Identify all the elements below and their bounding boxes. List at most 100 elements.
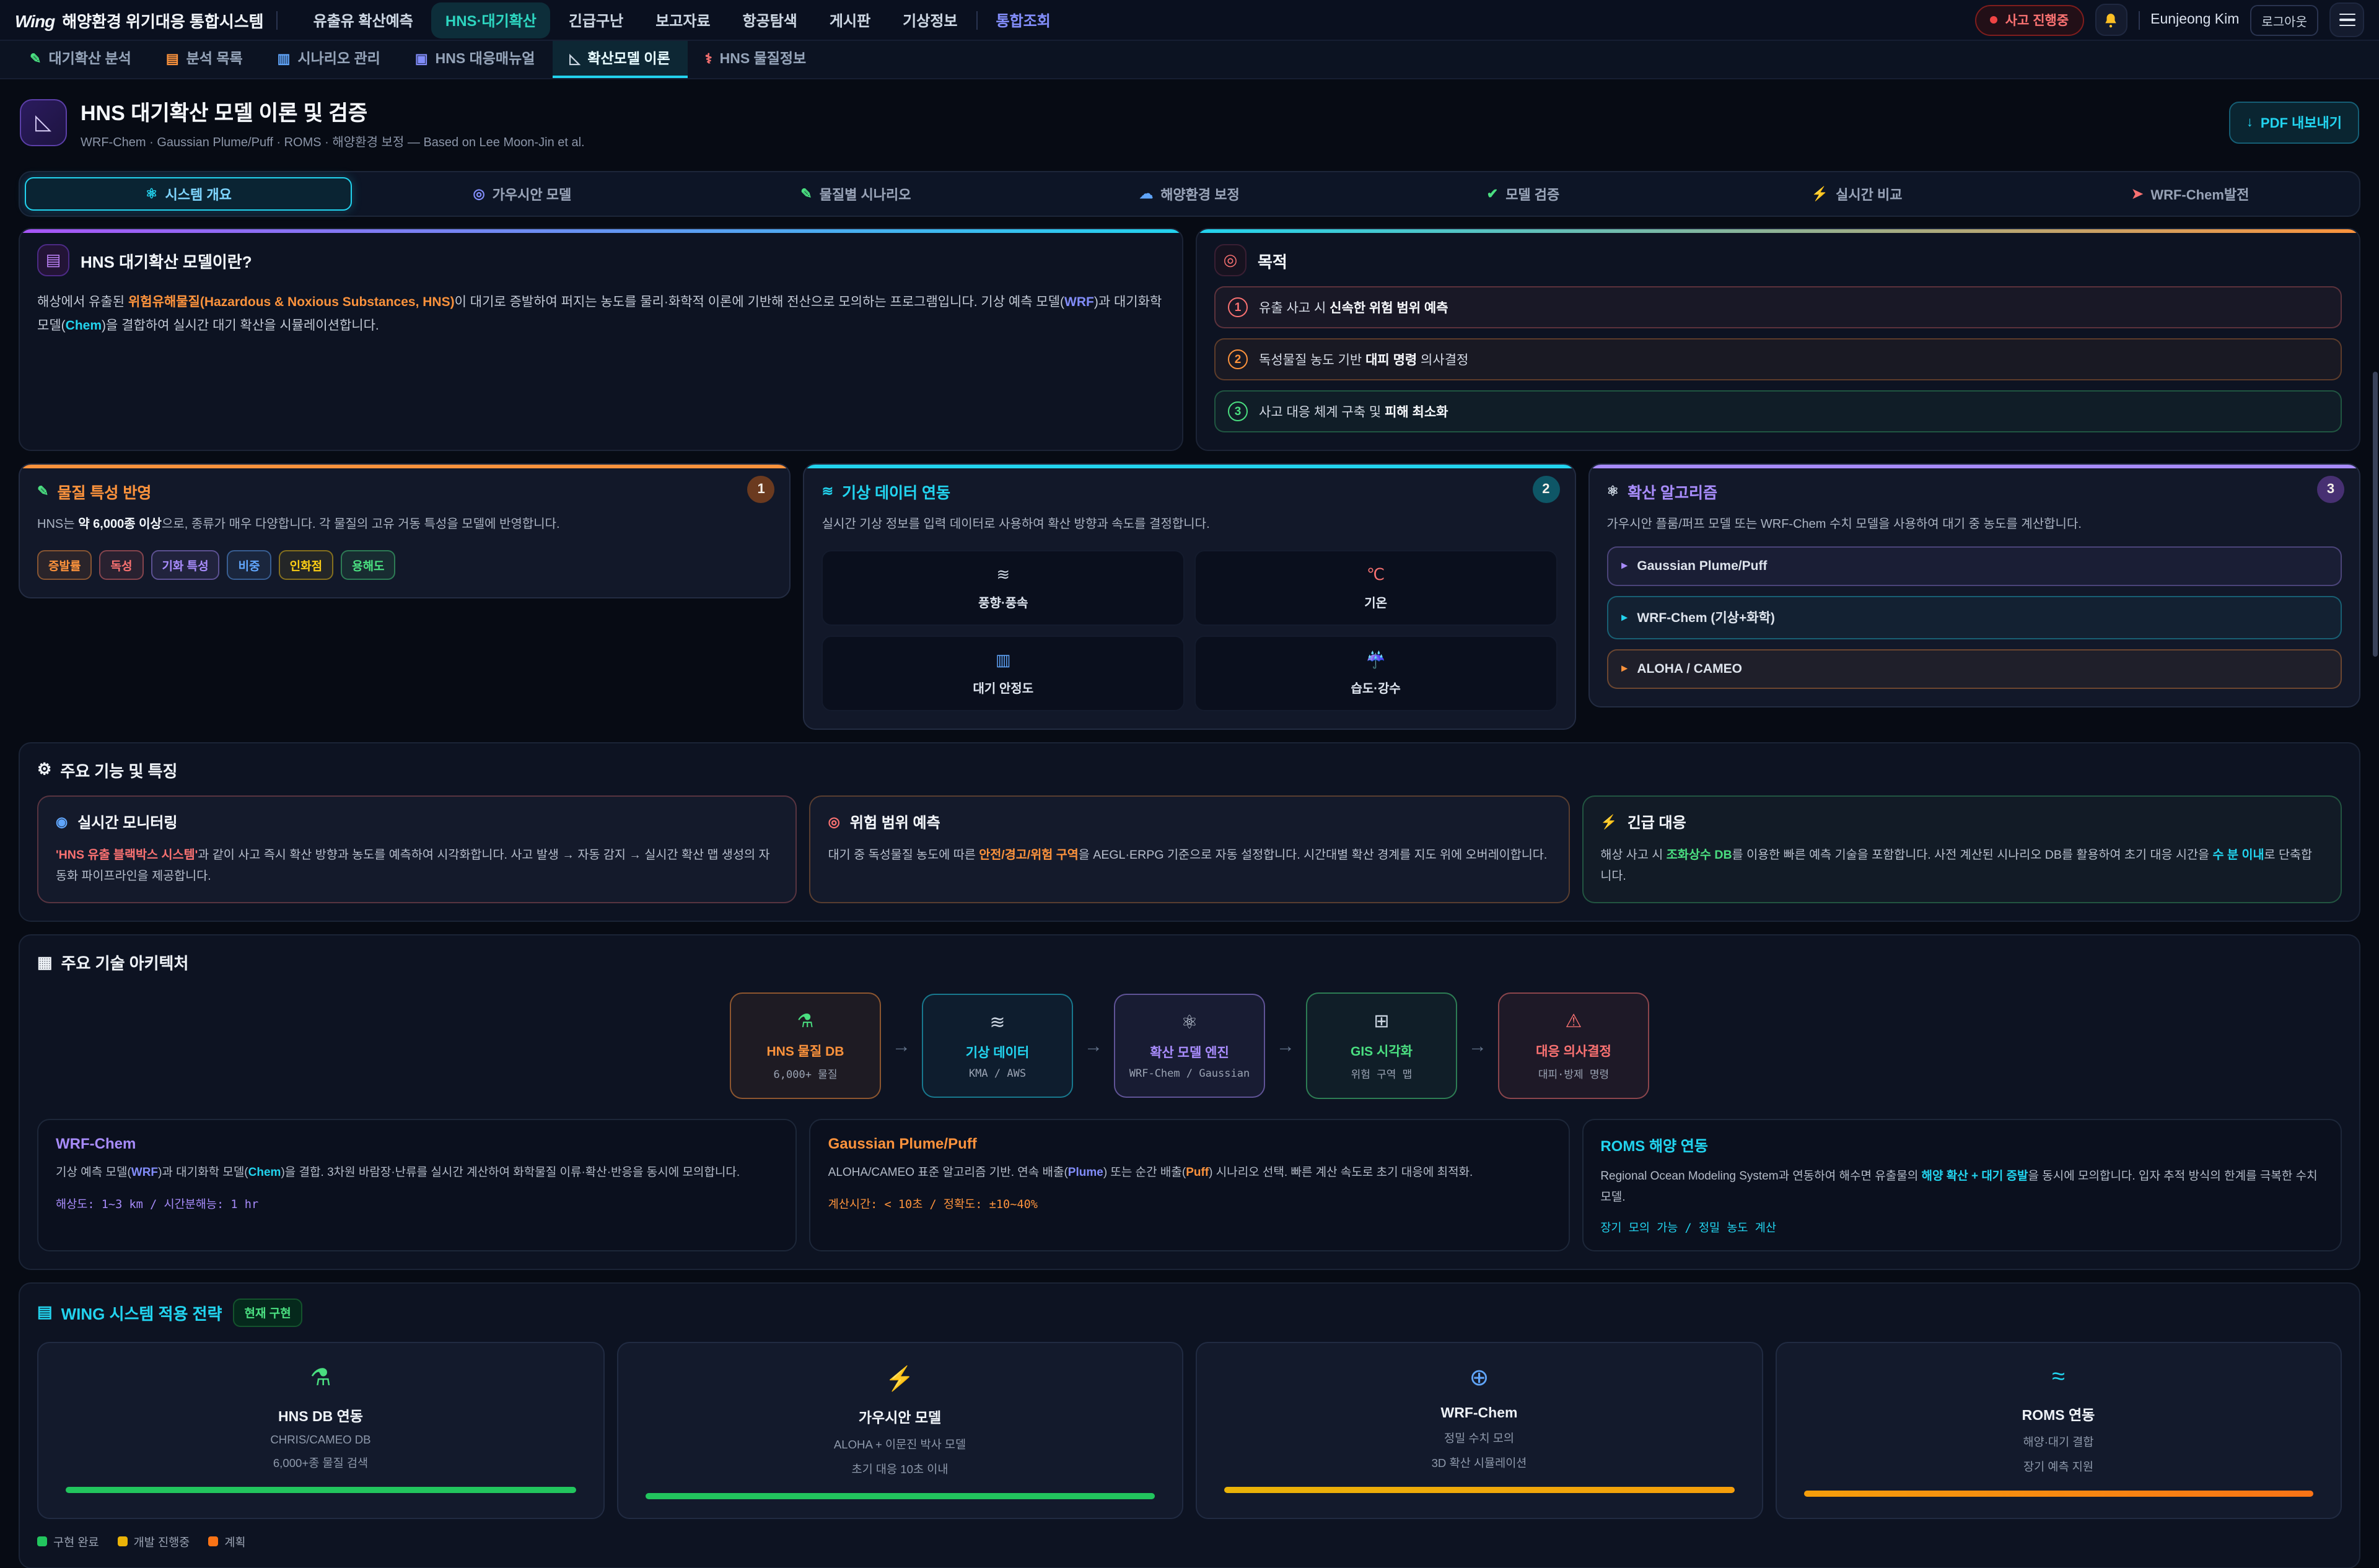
weather-box-temperature: ℃ 기온 <box>1194 550 1557 625</box>
tab-label: WRF-Chem발전 <box>2150 184 2249 204</box>
text-segment: 독성물질 농도 기반 <box>1259 353 1365 367</box>
text-segment: HNS는 <box>37 518 78 532</box>
tab-substance-scenarios[interactable]: ✎ 물질별 시나리오 <box>692 177 1020 211</box>
feature-title: 위험 범위 예측 <box>850 811 940 832</box>
text-segment: ALOHA/CAMEO 표준 알고리즘 기반. 연속 배출( <box>828 1167 1068 1180</box>
triangle-right-icon: ▸ <box>1621 662 1627 675</box>
microscope-icon: ⚛ <box>1125 1012 1254 1034</box>
nav-item-rescue[interactable]: 긴급구난 <box>555 2 637 38</box>
subtab-label: 시나리오 관리 <box>297 48 380 68</box>
strategy-card-line2: 초기 대응 10초 이내 <box>633 1459 1167 1476</box>
globe-icon: ⊕ <box>1212 1364 1746 1392</box>
architecture-flow: ⚗ HNS 물질 DB 6,000+ 물질 → ≋ 기상 데이터 KMA / A… <box>37 993 2342 1100</box>
strategy-card-title: WRF-Chem <box>1212 1406 1746 1421</box>
flow-subtitle: WRF-Chem / Gaussian <box>1125 1069 1254 1081</box>
flow-subtitle: 6,000+ 물질 <box>741 1067 870 1082</box>
subtab-model-theory[interactable]: ◺ 확산모델 이론 <box>552 41 687 78</box>
nav-item-oil-spill[interactable]: 유출유 확산예측 <box>300 2 427 38</box>
weather-box-humidity: ☔ 습도·강수 <box>1194 635 1557 711</box>
strategy-card-gaussian: ⚡ 가우시안 모델 ALOHA + 이문진 박사 모델 초기 대응 10초 이내 <box>616 1341 1183 1518</box>
page-icon-box: ◺ <box>20 99 67 146</box>
hamburger-menu-button[interactable] <box>2329 2 2364 37</box>
nav-item-hns-diffusion[interactable]: HNS·대기확산 <box>432 2 550 38</box>
strategy-card-roms: ≈ ROMS 연동 해양·대기 결합 장기 예측 지원 <box>1775 1341 2342 1518</box>
feature-title: 긴급 대응 <box>1628 811 1686 832</box>
weather-box-wind: ≋ 풍향·풍속 <box>822 550 1185 625</box>
text-segment: ) 또는 순간 배출( <box>1103 1167 1186 1180</box>
incident-status-badge[interactable]: 사고 진행중 <box>1976 4 2083 35</box>
tab-wrf-chem-evolution[interactable]: ➤ WRF-Chem발전 <box>2026 177 2354 211</box>
main-menu: 유출유 확산예측 HNS·대기확산 긴급구난 보고자료 항공탐색 게시판 기상정… <box>300 2 1963 38</box>
purpose-item-text: 사고 대응 체계 구축 및 피해 최소화 <box>1259 402 1448 421</box>
algo-label: WRF-Chem (기상+화학) <box>1637 608 1775 626</box>
tab-label: 모델 검증 <box>1505 184 1559 204</box>
subtab-analysis-list[interactable]: ▤ 분석 목록 <box>149 41 260 78</box>
strategy-grid: ⚗ HNS DB 연동 CHRIS/CAMEO DB 6,000+종 물질 검색… <box>37 1341 2342 1518</box>
bold-segment: 대피 명령 <box>1365 353 1417 367</box>
incident-status-label: 사고 진행중 <box>2005 11 2069 29</box>
features-section: ⚙ 주요 기능 및 특징 ◉ 실시간 모니터링 'HNS 유출 블랙박스 시스템… <box>19 742 2360 922</box>
nav-item-integrated-search[interactable]: 통합조회 <box>983 2 1064 38</box>
wind-icon: ≋ <box>933 1012 1062 1034</box>
tab-model-validation[interactable]: ✔ 모델 검증 <box>1359 177 1687 211</box>
pillars-row: 1 ✎ 물질 특성 반영 HNS는 약 6,000종 이상으로, 종류가 매우 … <box>19 463 2360 729</box>
tab-label: 시스템 개요 <box>165 184 232 204</box>
card-title-row: ✎ 물질 특성 반영 <box>37 480 773 503</box>
pdf-export-button[interactable]: ↓ PDF 내보내기 <box>2229 102 2359 144</box>
tag-density: 비중 <box>227 550 271 579</box>
pencil-icon: ✎ <box>800 186 812 202</box>
subtab-hns-manual[interactable]: ▣ HNS 대응매뉴얼 <box>398 41 553 78</box>
testtube-icon: ⚗ <box>53 1364 588 1392</box>
app-logo[interactable]: Wing 해양환경 위기대응 통합시스템 <box>15 8 264 32</box>
nav-item-board[interactable]: 게시판 <box>816 2 884 38</box>
tab-ocean-correction[interactable]: ☁ 해양환경 보정 <box>1026 177 1354 211</box>
card-description: 가우시안 플룸/퍼프 모델 또는 WRF-Chem 수치 모델을 사용하여 대기… <box>1606 514 2342 536</box>
tab-system-overview[interactable]: ⚛ 시스템 개요 <box>25 177 353 211</box>
blackbox-highlight: 'HNS 유출 블랙박스 시스템' <box>56 848 198 862</box>
scrollbar[interactable] <box>2373 372 2378 657</box>
arrow-right-icon: → <box>892 1036 911 1057</box>
purpose-card-title: 목적 <box>1258 248 1287 272</box>
tab-gaussian-model[interactable]: ◎ 가우시안 모델 <box>359 177 686 211</box>
strategy-card-line1: 정밀 수치 모의 <box>1212 1428 1746 1445</box>
feature-card-emergency: ⚡ 긴급 대응 해상 사고 시 조화상수 DB를 이용한 빠른 예측 기술을 포… <box>1582 795 2342 904</box>
subtab-scenario-management[interactable]: ▥ 시나리오 관리 <box>260 41 398 78</box>
subtab-label: HNS 대응매뉴얼 <box>436 48 535 68</box>
subtab-diffusion-analysis[interactable]: ✎ 대기확산 분석 <box>12 41 149 78</box>
flow-title: GIS 시각화 <box>1317 1043 1446 1061</box>
feature-title-row: ⚡ 긴급 대응 <box>1600 811 2323 832</box>
building-icon: ▦ <box>37 953 53 973</box>
logo-mark: Wing <box>15 11 55 30</box>
logout-button[interactable]: 로그아웃 <box>2250 4 2318 35</box>
wind-icon: ≋ <box>833 564 1173 584</box>
testtube-icon: ⚗ <box>741 1010 870 1033</box>
flow-title: HNS 물질 DB <box>741 1043 870 1061</box>
nav-item-weather[interactable]: 기상정보 <box>889 2 971 38</box>
architecture-section: ▦ 주요 기술 아키텍처 ⚗ HNS 물질 DB 6,000+ 물질 → ≋ 기… <box>19 935 2360 1270</box>
strategy-card-line2: 6,000+종 물질 검색 <box>53 1453 588 1470</box>
intro-card: ▤ HNS 대기확산 모델이란? 해상에서 유출된 위험유해물질(Hazardo… <box>19 228 1183 451</box>
triangle-right-icon: ▸ <box>1621 559 1627 572</box>
feature-title-row: ◎ 위험 범위 예측 <box>828 811 1551 832</box>
weather-box-stability: ▥ 대기 안정도 <box>822 635 1185 711</box>
algo-label: ALOHA / CAMEO <box>1637 661 1742 676</box>
legend-label: 계획 <box>224 1532 245 1549</box>
notification-button[interactable] <box>2095 4 2127 36</box>
text-segment: 의사결정 <box>1417 353 1468 367</box>
divider <box>976 11 978 29</box>
card-title-row: ⚛ 확산 알고리즘 <box>1606 480 2342 503</box>
model-description: 기상 예측 모델(WRF)과 대기화학 모델(Chem)을 결합. 3차원 바람… <box>56 1164 779 1184</box>
architecture-title: 주요 기술 아키텍처 <box>61 951 189 975</box>
bold-segment: 신속한 위험 범위 예측 <box>1330 300 1448 315</box>
flow-subtitle: 위험 구역 맵 <box>1317 1067 1446 1082</box>
tab-realtime-comparison[interactable]: ⚡ 실시간 비교 <box>1693 177 2021 211</box>
intro-card-title: HNS 대기확산 모델이란? <box>81 248 252 272</box>
algo-item-aloha: ▸ ALOHA / CAMEO <box>1606 649 2342 688</box>
card-title: 기상 데이터 연동 <box>842 480 950 503</box>
nav-item-reports[interactable]: 보고자료 <box>642 2 724 38</box>
subtab-hns-substance-info[interactable]: ⚕ HNS 물질정보 <box>688 41 824 78</box>
nav-item-aerial-search[interactable]: 항공탐색 <box>729 2 811 38</box>
pencil-icon: ✎ <box>37 483 48 499</box>
strategy-section: ▤ WING 시스템 적용 전략 현재 구현 ⚗ HNS DB 연동 CHRIS… <box>19 1282 2360 1568</box>
card-index-icon: ▤ <box>37 1302 53 1322</box>
